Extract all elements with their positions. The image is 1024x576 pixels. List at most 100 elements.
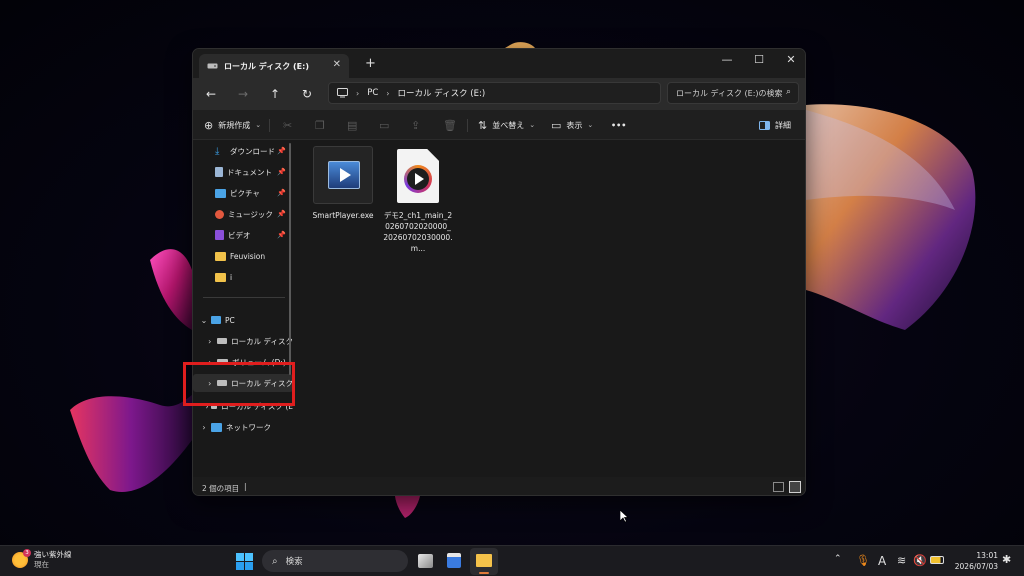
microphone-icon[interactable]: 🎙 [856, 554, 870, 567]
chevron-down-icon[interactable]: ⌄ [197, 316, 211, 325]
sidebar-item-pictures[interactable]: ピクチャ 📌 [193, 184, 293, 202]
chevron-right-icon: › [386, 88, 390, 98]
taskbar-search[interactable]: ⌕ 検索 [262, 550, 408, 572]
sidebar-item-music[interactable]: ミュージック 📌 [193, 205, 293, 223]
refresh-icon: ↻ [301, 87, 313, 101]
chevron-up-icon[interactable]: ⌃ [834, 554, 842, 564]
plus-circle-icon: ⊕ [204, 118, 214, 132]
chevron-down-icon: ⌄ [529, 121, 536, 129]
document-icon [215, 167, 223, 177]
breadcrumb-drive[interactable]: ローカル ディスク (E:) [397, 87, 485, 99]
cut-button[interactable]: ✂ [283, 117, 292, 133]
weather-subtitle: 現在 [34, 560, 49, 569]
command-bar: ⊕ 新規作成 ⌄ ✂ ❐ ▤ ▭ ⇪ 🗑 ⇅ 並べ替え ⌄ ▭ 表示 ⌄ •••… [193, 110, 805, 140]
status-separator: | [244, 482, 247, 491]
back-button[interactable]: ← [202, 86, 220, 102]
wifi-icon[interactable]: ≋ [897, 554, 906, 567]
pin-icon: 📌 [277, 231, 286, 239]
tab-local-disk-e[interactable]: ローカル ディスク (E:) ✕ [199, 54, 349, 78]
clock-date: 2026/07/03 [954, 562, 998, 571]
folder-icon [476, 554, 492, 567]
music-icon [215, 209, 224, 219]
folder-icon [215, 272, 226, 282]
details-pane-icon [759, 120, 770, 130]
search-input[interactable]: ローカル ディスク (E:)の検索 ⌕ [667, 82, 799, 104]
details-button[interactable]: 詳細 [759, 117, 791, 133]
new-button[interactable]: ⊕ 新規作成 ⌄ [204, 117, 261, 133]
sidebar-item-label: PC [225, 315, 235, 325]
taskbar-explorer-button[interactable] [470, 548, 498, 575]
sidebar-item-pc[interactable]: ⌄ PC [193, 311, 293, 329]
chevron-right-icon[interactable]: › [203, 337, 217, 346]
view-button[interactable]: ▭ 表示 ⌄ [551, 117, 593, 133]
up-button[interactable]: ↑ [266, 86, 284, 102]
paste-button[interactable]: ▤ [347, 117, 357, 133]
sidebar-scrollbar[interactable] [289, 143, 291, 375]
notifications-icon[interactable]: ✱ [1002, 553, 1011, 566]
task-view-icon[interactable] [418, 554, 433, 568]
title-bar: ローカル ディスク (E:) ✕ + — ☐ ✕ [193, 49, 805, 78]
taskbar-clock[interactable]: 13:01 2026/07/03 [948, 550, 998, 572]
sort-button[interactable]: ⇅ 並べ替え ⌄ [478, 117, 535, 133]
sidebar-item-videos[interactable]: ビデオ 📌 [193, 226, 293, 244]
taskbar-search-label: 検索 [285, 557, 303, 567]
arrow-right-icon: → [237, 87, 249, 101]
item-count: 2 個の項目 [202, 484, 240, 493]
weather-title: 強い紫外線 [34, 550, 72, 559]
volume-mute-icon[interactable]: 🔇 [913, 554, 927, 567]
search-placeholder: ローカル ディスク (E:)の検索 [676, 88, 783, 98]
sidebar-item-feuvision[interactable]: Feuvision [193, 247, 293, 265]
delete-button[interactable]: 🗑 [443, 117, 457, 133]
copy-icon: ❐ [315, 118, 325, 132]
large-icons-view-icon[interactable] [789, 481, 801, 493]
sidebar-item-documents[interactable]: ドキュメント 📌 [193, 163, 293, 181]
pin-icon: 📌 [277, 210, 286, 218]
sidebar-item-network[interactable]: › ネットワーク [193, 418, 293, 436]
sidebar-item-local-disk-c[interactable]: › ローカル ディスク [193, 332, 293, 350]
more-label: ••• [611, 120, 627, 130]
pictures-icon [215, 188, 226, 198]
more-options-button[interactable]: ••• [611, 117, 626, 133]
sidebar-item-downloads[interactable]: ⤓ ダウンロード 📌 [193, 142, 293, 160]
navigation-pane: ⤓ ダウンロード 📌 ドキュメント 📌 ピクチャ 📌 ミュージック 📌 ビデオ … [193, 140, 297, 476]
maximize-button[interactable]: ☐ [745, 53, 773, 66]
share-button[interactable]: ⇪ [411, 117, 420, 133]
address-bar[interactable]: › PC › ローカル ディスク (E:) [328, 82, 661, 104]
download-icon: ⤓ [215, 145, 220, 157]
file-list-area: SmartPlayer.exe デモ2_ch1_main_20260702020… [299, 140, 805, 476]
sun-icon: 3 [12, 549, 31, 568]
network-icon [211, 422, 222, 432]
view-label: 表示 [566, 120, 583, 130]
forward-button[interactable]: → [234, 86, 252, 102]
file-item-smartplayer[interactable]: SmartPlayer.exe [309, 146, 377, 221]
new-tab-button[interactable]: + [365, 56, 376, 71]
pin-icon: 📌 [277, 189, 286, 197]
ime-indicator[interactable]: A [878, 554, 886, 568]
tab-close-icon[interactable]: ✕ [333, 59, 341, 70]
sidebar-item-label: ピクチャ [230, 188, 260, 198]
sidebar-item-i[interactable]: i [193, 268, 293, 286]
minimize-button[interactable]: — [713, 53, 741, 66]
copy-button[interactable]: ❐ [315, 117, 325, 133]
chevron-right-icon[interactable]: › [197, 423, 211, 432]
rename-button[interactable]: ▭ [379, 117, 389, 133]
file-item-demo-media[interactable]: デモ2_ch1_main_20260702020000_202607020300… [383, 146, 453, 254]
file-name: デモ2_ch1_main_20260702020000_202607020300… [383, 211, 453, 253]
chevron-down-icon: ⌄ [255, 121, 262, 129]
close-button[interactable]: ✕ [777, 53, 805, 66]
weather-widget[interactable]: 3 強い紫外線 現在 [12, 549, 72, 570]
navigation-bar: ← → ↑ ↻ › PC › ローカル ディスク (E:) ローカル ディスク … [193, 78, 805, 110]
battery-icon[interactable] [930, 556, 944, 564]
new-label: 新規作成 [218, 120, 251, 130]
drive-icon [216, 338, 228, 344]
pc-icon [211, 316, 221, 324]
start-button[interactable] [236, 553, 253, 570]
store-icon[interactable] [447, 553, 461, 568]
active-indicator [479, 572, 489, 574]
details-view-icon[interactable] [773, 482, 784, 492]
sidebar-item-label: ローカル ディスク [231, 336, 293, 346]
breadcrumb-pc[interactable]: PC [367, 88, 378, 98]
tab-title: ローカル ディスク (E:) [224, 61, 309, 71]
mouse-cursor-icon [620, 510, 629, 523]
refresh-button[interactable]: ↻ [298, 86, 316, 102]
